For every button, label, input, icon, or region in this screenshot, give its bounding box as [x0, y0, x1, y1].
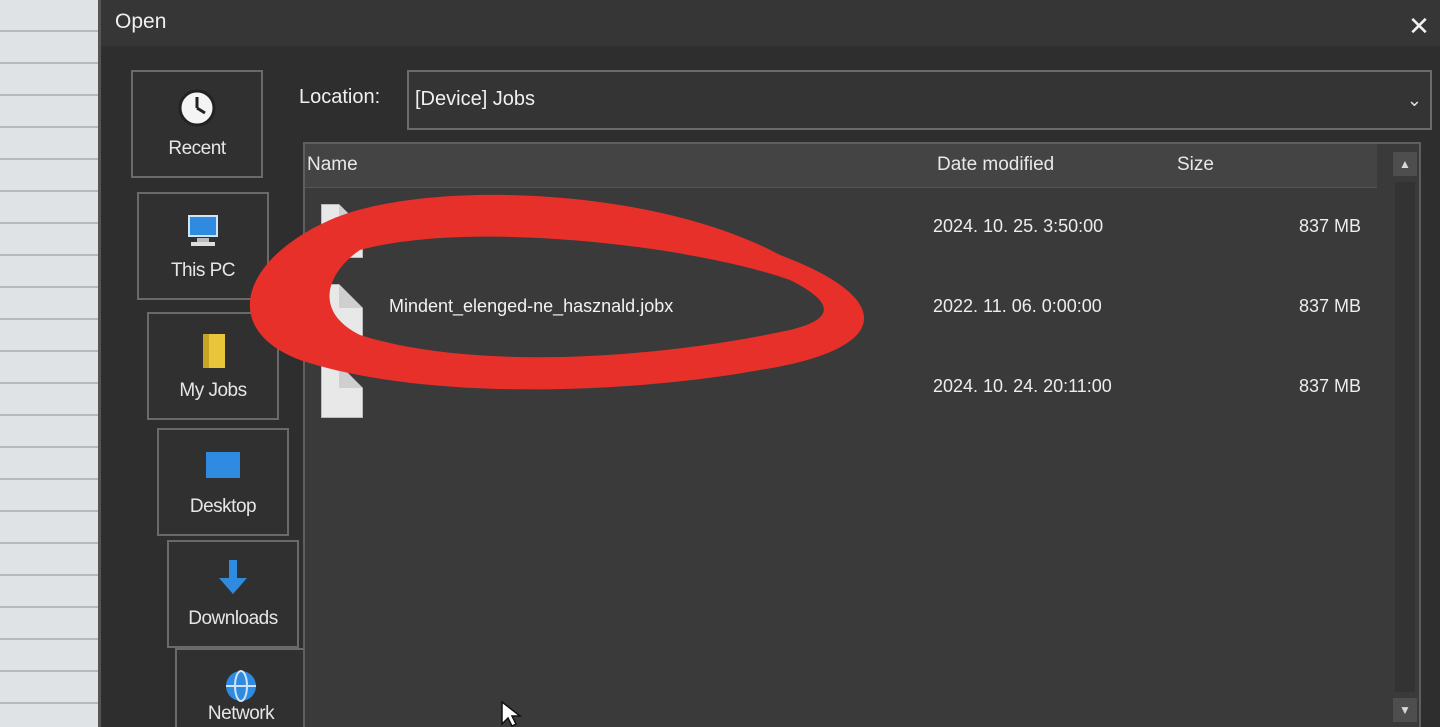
scroll-down-arrow-icon[interactable]: ▼ — [1393, 698, 1417, 722]
file-date-modified: 2022. 11. 06. 0:00:00 — [933, 296, 1102, 316]
sidebar-item-downloads[interactable]: Downloads — [167, 540, 299, 648]
sidebar-item-my-jobs[interactable]: My Jobs — [147, 312, 279, 420]
column-header-size[interactable]: Size — [1177, 154, 1214, 176]
sidebar-item-label: Downloads — [188, 608, 278, 629]
desktop-icon — [206, 452, 240, 478]
dialog-title: Open — [115, 10, 167, 33]
file-icon — [321, 204, 363, 258]
title-bar: Open ✕ — [101, 0, 1440, 46]
column-header-name[interactable]: Name — [307, 154, 358, 176]
sidebar-item-this-pc[interactable]: This PC — [137, 192, 269, 300]
file-icon — [321, 364, 363, 418]
file-list: Name Date modified Size 2024. 10. 25. 3:… — [303, 142, 1421, 727]
sidebar-item-label: Recent — [168, 138, 226, 159]
sidebar-item-label: This PC — [170, 260, 236, 281]
sidebar-item-recent[interactable]: Recent — [131, 70, 263, 178]
location-label: Location: — [299, 86, 381, 108]
file-icon — [321, 284, 363, 338]
scrollbar-track[interactable] — [1395, 182, 1415, 692]
location-dropdown[interactable]: [Device] Jobs ⌄ — [407, 70, 1432, 130]
file-row[interactable]: 2024. 10. 24. 20:11:00 837 MB — [305, 350, 1377, 428]
sidebar-item-desktop[interactable]: Desktop — [157, 428, 289, 536]
file-size: 837 MB — [1298, 296, 1361, 316]
close-button[interactable]: ✕ — [1406, 13, 1432, 40]
sidebar-item-label: Network — [207, 703, 275, 724]
file-date-modified: 2024. 10. 24. 20:11:00 — [933, 376, 1112, 396]
file-name: Mindent_elenged-ne_hasznald.jobx — [389, 296, 674, 316]
vertical-scrollbar[interactable]: ▲ ▼ — [1391, 152, 1419, 722]
column-header-date-modified[interactable]: Date modified — [937, 154, 1054, 176]
download-arrow-icon — [219, 560, 247, 594]
file-row[interactable]: 2024. 10. 25. 3:50:00 837 MB — [305, 190, 1377, 268]
sidebar-item-network[interactable]: Network — [175, 648, 307, 727]
open-dialog: Open ✕ Recent This PC My Jobs Desktop Do… — [98, 0, 1440, 727]
folder-icon — [203, 334, 225, 368]
file-size: 837 MB — [1298, 216, 1361, 236]
network-globe-icon — [226, 670, 256, 702]
mouse-cursor-icon — [501, 700, 523, 727]
file-row[interactable]: Mindent_elenged-ne_hasznald.jobx 2022. 1… — [305, 270, 1377, 348]
chevron-down-icon[interactable]: ⌄ — [1407, 90, 1422, 111]
file-date-modified: 2024. 10. 25. 3:50:00 — [933, 216, 1104, 236]
scroll-up-arrow-icon[interactable]: ▲ — [1393, 152, 1417, 176]
clock-icon — [178, 89, 216, 127]
sidebar-item-label: Desktop — [189, 496, 257, 517]
file-list-header: Name Date modified Size — [305, 144, 1377, 188]
location-value: [Device] Jobs — [415, 88, 536, 110]
computer-icon — [188, 215, 218, 246]
sidebar-item-label: My Jobs — [179, 380, 247, 401]
file-size: 837 MB — [1298, 376, 1361, 396]
